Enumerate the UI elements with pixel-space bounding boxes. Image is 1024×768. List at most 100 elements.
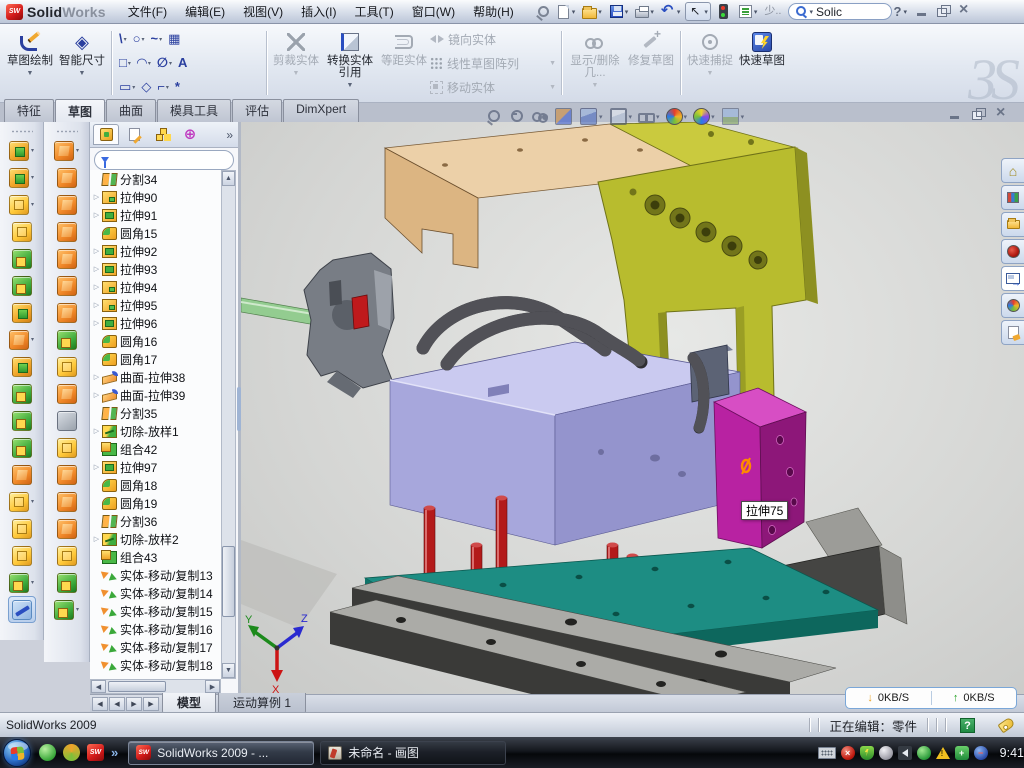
draft-button[interactable] <box>12 380 32 407</box>
tray-messenger-status[interactable] <box>917 746 931 760</box>
insert-mold-base-button[interactable] <box>57 434 77 461</box>
close-button[interactable] <box>957 5 972 18</box>
shell-button[interactable] <box>12 407 32 434</box>
shut-off-surface-button[interactable] <box>57 191 77 218</box>
sketch-entity-button[interactable]: \▾ <box>117 31 129 47</box>
expand-arrow[interactable]: ▷ <box>92 391 101 399</box>
scroll-up-button[interactable]: ▲ <box>222 171 235 186</box>
traffic-light-button[interactable] <box>714 3 733 20</box>
start-button[interactable] <box>3 739 31 767</box>
options-list-button[interactable]: ▾ <box>736 3 760 20</box>
tab-DimXpert[interactable]: DimXpert <box>283 99 359 122</box>
hide-show-items-button[interactable]: ▾ <box>638 108 660 125</box>
scroll-left-button[interactable]: ◀ <box>91 680 106 693</box>
core-tool-button[interactable] <box>57 380 77 407</box>
tab-feature-tree[interactable] <box>93 124 119 145</box>
trim-entities-button[interactable]: 剪裁实体 ▼ <box>270 27 322 99</box>
tree-item-分割35[interactable]: 分割35 <box>92 404 221 422</box>
search-box[interactable]: ▾ Solic <box>788 3 892 20</box>
pin-button[interactable] <box>532 3 551 20</box>
convert-entities-button[interactable]: 转换实体引用 ▼ <box>322 27 378 99</box>
new-document-button[interactable]: ▾ <box>554 4 578 20</box>
menu-窗口(W)[interactable]: 窗口(W) <box>404 0 463 23</box>
dropdown-caret[interactable]: ▾ <box>572 8 576 16</box>
part-highlighted-extrude75[interactable] <box>714 388 806 548</box>
surface-patch-button[interactable] <box>57 299 77 326</box>
freeform-tool-button[interactable]: ▾ <box>54 596 79 623</box>
quicklaunch-overflow[interactable]: » <box>111 744 118 761</box>
split-body-button[interactable] <box>12 515 32 542</box>
scroll-right-button[interactable]: ▶ <box>205 680 220 693</box>
tree-item-切除-放样2[interactable]: ▷切除-放样2 <box>92 530 221 548</box>
tree-item-拉伸94[interactable]: ▷拉伸94 <box>92 278 221 296</box>
dropdown-caret[interactable]: ▾ <box>76 147 79 154</box>
repair-sketch-button[interactable]: 修复草图 <box>625 27 677 99</box>
extruded-boss-base-button[interactable]: ▾ <box>9 137 34 164</box>
dropdown-caret[interactable]: ▾ <box>629 113 633 121</box>
expand-arrow[interactable]: ▷ <box>92 427 101 435</box>
mirror-entities-button[interactable]: 镜向实体 <box>430 29 558 49</box>
rib-button[interactable] <box>12 353 32 380</box>
tray-security-shield[interactable] <box>860 746 874 760</box>
doc-minimize-button[interactable] <box>948 108 963 121</box>
section-view-button[interactable] <box>554 107 573 126</box>
hole-wizard-button[interactable] <box>12 299 32 326</box>
tab-model[interactable]: 模型 <box>162 693 216 714</box>
dropdown-caret[interactable]: ▾ <box>159 36 162 43</box>
dropdown-caret[interactable]: ▾ <box>656 113 660 121</box>
search-dropdown-caret[interactable]: ▾ <box>810 8 814 16</box>
move-entities-button[interactable]: 移动实体 ▼ <box>430 77 558 97</box>
tray-volume[interactable] <box>898 746 912 760</box>
menu-文件(F)[interactable]: 文件(F) <box>120 0 175 23</box>
delete-face-button[interactable] <box>57 407 77 434</box>
dropdown-caret[interactable]: ▾ <box>741 113 745 121</box>
taskpane-file-explorer[interactable] <box>1001 212 1024 237</box>
edit-appearance-button[interactable]: ▾ <box>666 108 688 125</box>
tab-特征[interactable]: 特征 <box>4 99 54 122</box>
dropdown-caret[interactable]: ▾ <box>677 8 681 16</box>
tree-item-圆角19[interactable]: 圆角19 <box>92 494 221 512</box>
rapid-sketch-button[interactable]: 快速草图 <box>736 27 788 99</box>
tree-item-拉伸96[interactable]: ▷拉伸96 <box>92 314 221 332</box>
panel-overflow-chevron[interactable]: » <box>226 128 235 142</box>
toolbar-overflow-button[interactable]: 少.. <box>762 3 783 20</box>
tree-item-组合43[interactable]: 组合43 <box>92 548 221 566</box>
tab-motion-study[interactable]: 运动算例 1 <box>218 693 306 714</box>
menu-帮助(H)[interactable]: 帮助(H) <box>465 0 522 23</box>
sketch-entity-button[interactable]: ◠▾ <box>135 55 153 71</box>
tree-item-切除-放样1[interactable]: ▷切除-放样1 <box>92 422 221 440</box>
doc-restore-button[interactable] <box>971 108 986 121</box>
parting-surface-button[interactable] <box>57 272 77 299</box>
sketch-entity-button[interactable]: ◇ <box>139 79 153 95</box>
tab-评估[interactable]: 评估 <box>232 99 282 122</box>
quick-snaps-button[interactable]: 快速捕捉 ▼ <box>684 27 736 99</box>
tray-network-warning[interactable] <box>936 747 950 759</box>
prev-tab-button[interactable]: ◀ <box>109 697 125 711</box>
dropdown-caret[interactable]: ▾ <box>31 336 34 343</box>
taskpane-solidworks-search[interactable] <box>1001 239 1024 264</box>
dropdown-caret[interactable]: ▾ <box>31 498 34 505</box>
extruded-cut-button[interactable]: ▾ <box>9 164 34 191</box>
draft-analysis-button[interactable] <box>57 218 77 245</box>
restore-button[interactable] <box>936 5 951 18</box>
tree-item-曲面-拉伸39[interactable]: ▷曲面-拉伸39 <box>92 386 221 404</box>
insert-reference-button[interactable]: ▾ <box>9 488 34 515</box>
smart-dimension-caret[interactable]: ▼ <box>79 68 86 80</box>
parting-line-button[interactable] <box>57 164 77 191</box>
linear-sketch-pattern-button[interactable]: 线性草图阵列 ▼ <box>430 53 558 73</box>
undo-button[interactable]: ▾ <box>659 3 683 20</box>
move-copy-bodies-button[interactable] <box>12 461 32 488</box>
cylinder-tool-button[interactable] <box>57 569 77 596</box>
undercut-analysis-button[interactable] <box>57 245 77 272</box>
panel-splitter-handle[interactable] <box>237 387 241 431</box>
tree-item-拉伸91[interactable]: ▷拉伸91 <box>92 206 221 224</box>
dropdown-caret[interactable]: ▾ <box>128 60 131 67</box>
quick-tips-button[interactable]: ? <box>960 718 975 733</box>
sketch-caret[interactable]: ▼ <box>27 68 34 80</box>
media-shortcut[interactable] <box>63 744 80 761</box>
select-button[interactable]: ▾ <box>685 2 711 21</box>
tooling-split-button[interactable] <box>57 353 77 380</box>
tray-antivirus-alert[interactable] <box>841 746 855 760</box>
tree-item-圆角18[interactable]: 圆角18 <box>92 476 221 494</box>
tree-item-组合42[interactable]: 组合42 <box>92 440 221 458</box>
